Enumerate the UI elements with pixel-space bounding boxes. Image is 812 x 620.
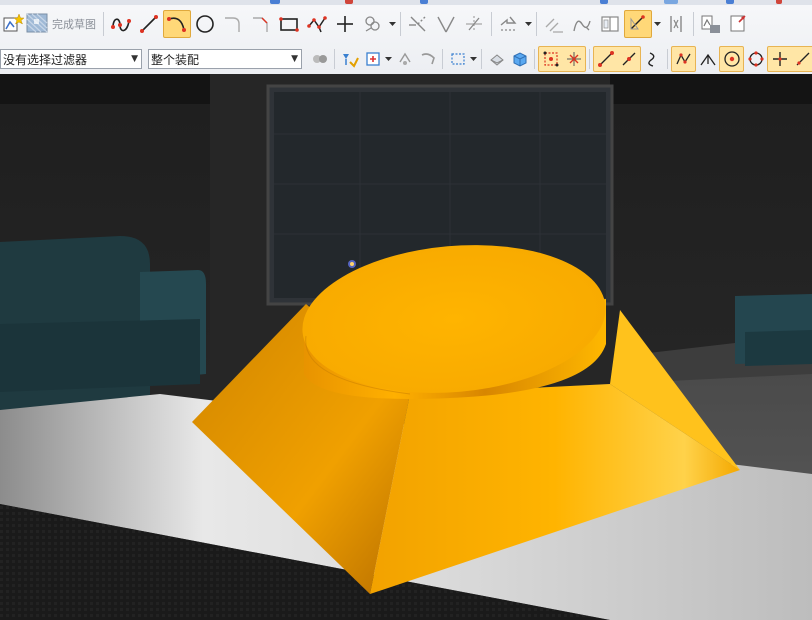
geometric-constraints-icon[interactable] (662, 10, 690, 38)
dropdown-arrow-icon[interactable] (523, 10, 533, 38)
assembly-scope-value: 整个装配 (151, 52, 200, 67)
offset-curve-icon[interactable] (495, 10, 523, 38)
chamfer-icon[interactable] (247, 10, 275, 38)
circle-center-snap-icon[interactable] (720, 47, 743, 71)
toolbar-separator (536, 12, 537, 36)
sketch-tool-icon[interactable] (0, 10, 26, 38)
ribbon-toolbar: 完成草图 没有选择过滤器 ▼ 整个装配 ▼ (0, 0, 812, 75)
line-icon[interactable] (135, 10, 163, 38)
pattern-curve-icon[interactable] (540, 10, 568, 38)
toolbar-separator (589, 49, 590, 69)
make-corner-icon[interactable] (460, 10, 488, 38)
snap-point-group (719, 46, 744, 72)
quick-extend-icon[interactable] (432, 10, 460, 38)
point-icon[interactable] (331, 10, 359, 38)
display-constraints-icon[interactable] (697, 10, 725, 38)
select-all-icon[interactable] (338, 47, 361, 71)
dropdown-arrow-icon[interactable] (384, 47, 393, 71)
mirror-curve-icon[interactable] (568, 10, 596, 38)
selection-filter-value: 没有选择过滤器 (3, 52, 88, 67)
toolbar-separator (442, 49, 443, 69)
rectangle-select-icon[interactable] (446, 47, 469, 71)
make-symmetric-icon[interactable] (359, 10, 387, 38)
mid-point-icon[interactable] (539, 47, 562, 71)
toolbar-separator (491, 12, 492, 36)
type-filter-icon[interactable] (416, 47, 439, 71)
toolbar-separator (334, 49, 335, 69)
selection-bar-row: 没有选择过滤器 ▼ 整个装配 ▼ (0, 45, 812, 73)
toolbar-separator (481, 49, 482, 69)
arc-icon[interactable] (163, 10, 191, 38)
line-snap-icon[interactable] (791, 47, 812, 71)
circle-icon[interactable] (191, 10, 219, 38)
sketch-toolbar-row: 完成草图 (0, 7, 812, 41)
constraint-settings-icon[interactable] (725, 10, 753, 38)
filter-settings-icon[interactable] (308, 47, 331, 71)
arc-center-icon[interactable] (617, 47, 640, 71)
continuous-auto-dimension-icon[interactable] (624, 10, 652, 38)
rectangle-icon[interactable] (275, 10, 303, 38)
quadrant-snap-icon[interactable] (744, 47, 767, 71)
finish-sketch-button[interactable]: 完成草图 (26, 10, 100, 38)
cut-off-top-toolbar-strip (0, 0, 812, 5)
toolbar-separator (400, 12, 401, 36)
intersection-icon[interactable] (594, 47, 617, 71)
finish-sketch-icon (26, 12, 50, 37)
snap-point-icon[interactable] (485, 47, 508, 71)
end-point-icon[interactable] (508, 47, 531, 71)
control-point-icon[interactable] (562, 47, 585, 71)
polygon-icon[interactable] (303, 10, 331, 38)
chevron-down-icon: ▼ (291, 54, 298, 64)
toolbar-separator (103, 12, 104, 36)
toolbar-separator (534, 49, 535, 69)
dropdown-arrow-icon[interactable] (652, 10, 662, 38)
finish-sketch-label: 完成草图 (52, 18, 96, 31)
fillet-icon[interactable] (219, 10, 247, 38)
dropdown-arrow-icon[interactable] (469, 47, 478, 71)
right-sofa (735, 294, 812, 366)
scene-render (0, 74, 812, 620)
cross-snap-icon[interactable] (768, 47, 791, 71)
quadrant-point-icon[interactable] (641, 47, 664, 71)
toolbar-separator (693, 12, 694, 36)
point-on-curve-icon[interactable] (696, 47, 719, 71)
graphics-viewport[interactable] (0, 74, 812, 620)
existing-point-icon[interactable] (672, 47, 695, 71)
snap-point-group (593, 46, 641, 72)
studio-spline-icon[interactable] (107, 10, 135, 38)
dropdown-arrow-icon[interactable] (387, 10, 397, 38)
quick-trim-icon[interactable] (404, 10, 432, 38)
toolbar-separator (667, 49, 668, 69)
general-select-icon[interactable] (393, 47, 416, 71)
snap-point-group (671, 46, 696, 72)
add-existing-curves-icon[interactable] (596, 10, 624, 38)
deselect-icon[interactable] (361, 47, 384, 71)
chevron-down-icon: ▼ (131, 54, 138, 64)
snap-point-group (538, 46, 586, 72)
snap-point-group (767, 46, 812, 72)
assembly-scope-dropdown[interactable]: 整个装配 ▼ (148, 49, 302, 69)
selection-filter-dropdown[interactable]: 没有选择过滤器 ▼ (0, 49, 142, 69)
